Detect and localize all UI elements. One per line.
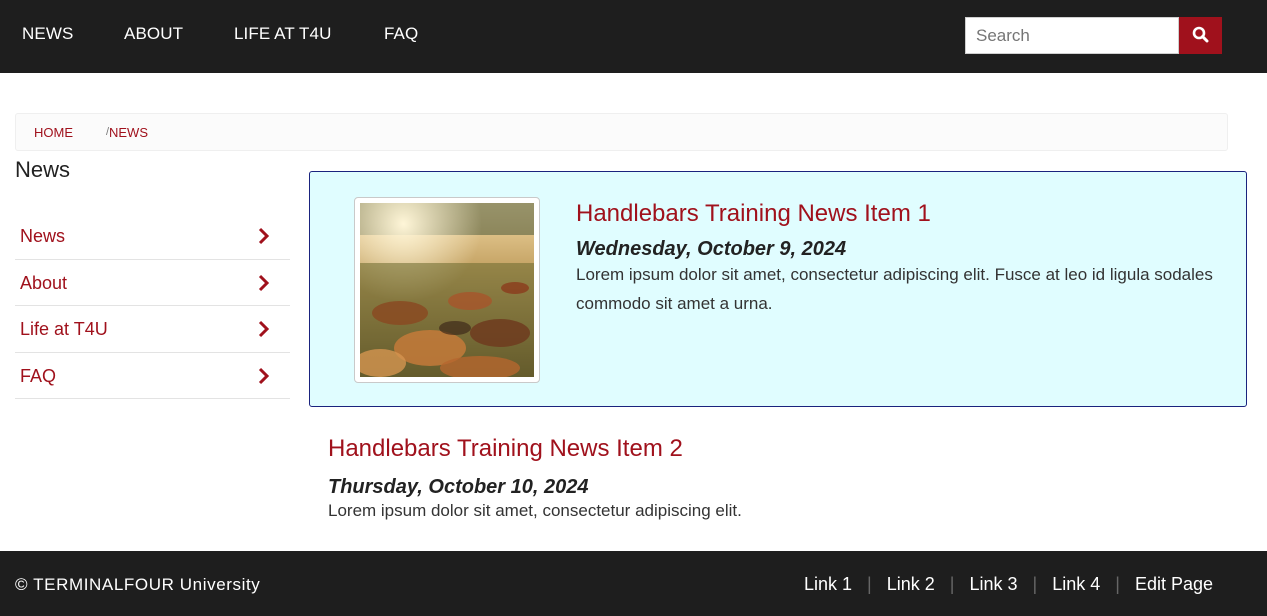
chevron-right-icon: [258, 227, 270, 250]
sidebar-item-faq[interactable]: FAQ: [15, 353, 290, 399]
sidebar-item-life-at-t4u[interactable]: Life at T4U: [15, 306, 290, 353]
sidebar-title: News: [15, 157, 71, 182]
sidebar-item-news[interactable]: News: [15, 213, 290, 260]
nav-link-news[interactable]: NEWS: [22, 24, 73, 44]
footer-links: Link 1 | Link 2 | Link 3 | Link 4 | Edit…: [804, 574, 1213, 595]
news-item-card: Handlebars Training News Item 1 Wednesda…: [309, 171, 1247, 407]
footer-link-4[interactable]: Link 4: [1052, 574, 1100, 595]
sidebar-item-label: About: [20, 272, 68, 293]
news-item-summary: Lorem ipsum dolor sit amet, consectetur …: [576, 265, 1213, 313]
footer-link-3[interactable]: Link 3: [969, 574, 1017, 595]
sidebar-item-label: News: [20, 226, 66, 246]
search-icon: [1192, 26, 1209, 46]
breadcrumb-news[interactable]: NEWS: [109, 125, 148, 140]
footer-separator: |: [1032, 574, 1038, 594]
top-navigation-bar: NEWS ABOUT LIFE AT T4U FAQ: [0, 0, 1267, 73]
footer-link-2[interactable]: Link 2: [887, 574, 935, 595]
news-item-title[interactable]: Handlebars Training News Item 2: [328, 435, 683, 463]
nav-link-about[interactable]: ABOUT: [124, 24, 183, 44]
news-item-summary: Lorem ipsum dolor sit amet, consectetur …: [328, 501, 742, 520]
sidebar-menu: News About Life at T4U FAQ: [15, 213, 290, 399]
breadcrumb-home[interactable]: HOME: [34, 125, 73, 140]
news-thumbnail[interactable]: [354, 197, 540, 383]
footer-separator: |: [867, 574, 872, 594]
breadcrumb: HOME / NEWS: [15, 113, 1228, 151]
nav-link-life-at-t4u[interactable]: LIFE AT T4U: [234, 24, 331, 44]
footer: © TERMINALFOUR University Link 1 | Link …: [0, 551, 1267, 616]
sidebar-item-about[interactable]: About: [15, 260, 290, 306]
chevron-right-icon: [258, 274, 270, 297]
chevron-right-icon: [258, 367, 270, 390]
footer-separator: |: [1115, 574, 1120, 594]
edit-page-link[interactable]: Edit Page: [1135, 574, 1213, 595]
sidebar-item-label: FAQ: [20, 365, 57, 386]
news-item-title[interactable]: Handlebars Training News Item 1: [576, 200, 931, 228]
autumn-leaves-photo: [360, 203, 534, 377]
sidebar-item-label: Life at T4U: [20, 319, 108, 339]
news-item-date: Wednesday, October 9, 2024: [576, 238, 847, 260]
nav-link-faq[interactable]: FAQ: [384, 24, 418, 44]
news-item-date: Thursday, October 10, 2024: [328, 476, 589, 498]
footer-separator: |: [949, 574, 955, 594]
search-input[interactable]: [965, 17, 1179, 54]
search-button[interactable]: [1179, 17, 1222, 54]
chevron-right-icon: [258, 320, 270, 343]
copyright-text: © TERMINALFOUR University: [15, 575, 261, 594]
footer-link-1[interactable]: Link 1: [804, 574, 852, 595]
